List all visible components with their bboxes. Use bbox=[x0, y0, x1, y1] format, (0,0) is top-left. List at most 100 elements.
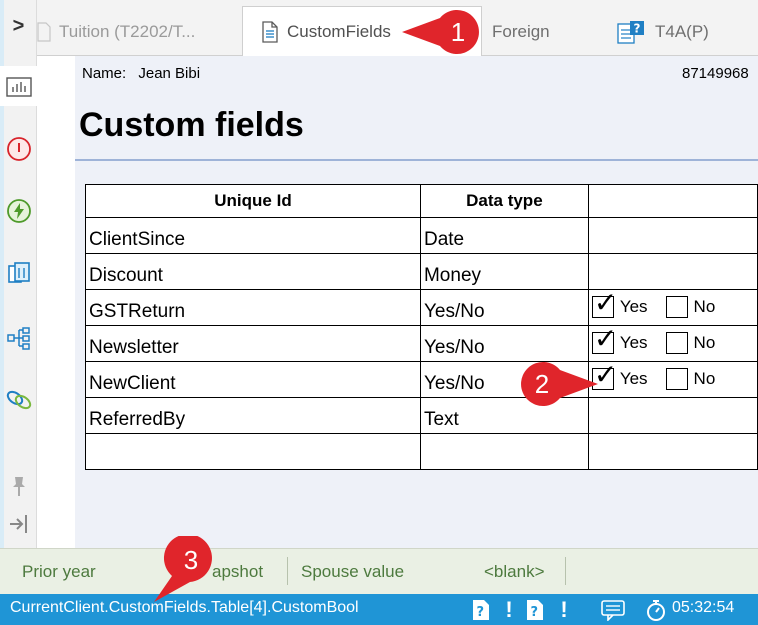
dock-button[interactable] bbox=[0, 506, 37, 542]
pin-button[interactable] bbox=[0, 468, 37, 504]
prior-year-button[interactable]: Prior year bbox=[22, 562, 96, 582]
messages-button[interactable] bbox=[600, 598, 626, 621]
no-checkbox[interactable] bbox=[665, 367, 688, 390]
tab-label: Tuition (T2202/T... bbox=[59, 22, 196, 41]
unique-id-cell[interactable]: Newsletter bbox=[85, 325, 421, 362]
yes-label: Yes bbox=[619, 368, 648, 388]
form-help-icon: ? bbox=[617, 21, 644, 44]
expand-panel-button[interactable]: > bbox=[0, 8, 37, 44]
tab-tuition[interactable]: Tuition (T2202/T... bbox=[37, 8, 195, 56]
page-title: Custom fields bbox=[79, 106, 304, 144]
unique-id-cell[interactable]: Discount bbox=[85, 253, 421, 290]
help-doc-button-2[interactable]: ? bbox=[526, 598, 544, 621]
client-sin: 87149968 bbox=[682, 65, 749, 82]
custom-fields-table: Unique Id Data type ClientSince Date Disco… bbox=[85, 184, 758, 470]
form-page: Name: Jean Bibi 87149968 Custom fields U… bbox=[75, 56, 758, 548]
value-cell[interactable]: Yes No bbox=[587, 361, 758, 398]
exclamation-icon: ! bbox=[560, 596, 568, 622]
snapshot-button[interactable]: apshot bbox=[212, 562, 263, 582]
data-type-cell[interactable]: Yes/No bbox=[419, 289, 589, 326]
yes-label: Yes bbox=[619, 296, 648, 316]
table-row: Discount Money bbox=[85, 253, 758, 290]
elapsed-time: 05:32:54 bbox=[672, 599, 735, 616]
help-document-icon: ? bbox=[527, 599, 543, 620]
tree-icon bbox=[6, 327, 30, 350]
svg-text:?: ? bbox=[634, 22, 641, 36]
yes-checkbox[interactable] bbox=[591, 325, 617, 354]
tab-foreign[interactable]: Foreign bbox=[492, 8, 550, 56]
svg-text:?: ? bbox=[477, 605, 485, 620]
tab-bar: Tuition (T2202/T... CustomFields Foreign… bbox=[37, 0, 758, 57]
tab-label: Foreign bbox=[492, 22, 550, 41]
unique-id-cell[interactable]: ClientSince bbox=[85, 217, 421, 254]
no-checkbox[interactable] bbox=[665, 331, 688, 354]
table-row: GSTReturnYes/No Yes No bbox=[85, 289, 758, 326]
yes-no-group: Yes No bbox=[591, 361, 754, 390]
yes-label: Yes bbox=[619, 332, 648, 352]
no-label: No bbox=[693, 368, 716, 388]
value-cell[interactable] bbox=[587, 397, 758, 434]
callout-1: 1 bbox=[402, 10, 479, 55]
alert-button-2[interactable]: ! bbox=[558, 596, 570, 622]
tab-t4a-p[interactable]: ? T4A(P) bbox=[617, 8, 709, 56]
callout-number: 2 bbox=[535, 369, 549, 399]
unique-id-cell[interactable]: ReferredBy bbox=[85, 397, 421, 434]
timer-button[interactable] bbox=[645, 598, 667, 621]
optimize-button[interactable] bbox=[0, 193, 37, 229]
dock-icon bbox=[9, 515, 27, 533]
help-doc-button[interactable]: ? bbox=[472, 598, 490, 621]
forms-button[interactable] bbox=[0, 256, 37, 292]
value-cell[interactable] bbox=[587, 253, 758, 290]
table-row: NewClientYes/NoYesNo bbox=[85, 361, 758, 398]
spouse-value-button[interactable]: Spouse value bbox=[301, 562, 404, 582]
data-type-cell[interactable] bbox=[419, 433, 589, 470]
value-cell[interactable] bbox=[587, 217, 758, 254]
lightning-icon bbox=[6, 199, 31, 223]
no-label: No bbox=[693, 332, 716, 352]
left-rail: > bbox=[0, 0, 37, 594]
copy-icon bbox=[7, 262, 30, 283]
stopwatch-icon bbox=[647, 599, 665, 621]
table-header-row: Unique Id Data type bbox=[85, 184, 758, 218]
yes-no-group: Yes No bbox=[591, 325, 754, 354]
structure-button[interactable] bbox=[0, 320, 37, 356]
separator bbox=[287, 557, 288, 585]
chevron-right-icon: > bbox=[12, 14, 25, 37]
table-row: ClientSince Date bbox=[85, 217, 758, 254]
blank-value-button[interactable]: <blank> bbox=[484, 562, 545, 582]
title-divider bbox=[75, 159, 758, 161]
chat-icon bbox=[601, 599, 625, 621]
value-cell[interactable] bbox=[587, 433, 758, 470]
separator bbox=[565, 557, 566, 585]
no-checkbox[interactable] bbox=[665, 295, 688, 318]
help-document-icon: ? bbox=[473, 599, 489, 620]
unique-id-cell[interactable]: GSTReturn bbox=[85, 289, 421, 326]
client-name-line: Name: Jean Bibi bbox=[82, 65, 200, 82]
value-cell[interactable]: Yes No bbox=[587, 289, 758, 326]
review-button[interactable] bbox=[0, 131, 37, 167]
client-name: Jean Bibi bbox=[138, 65, 201, 82]
chart-button[interactable] bbox=[0, 66, 37, 106]
data-type-cell[interactable]: Date bbox=[419, 217, 589, 254]
tab-label: T4A(P) bbox=[655, 22, 709, 41]
chart-icon bbox=[5, 77, 32, 97]
value-cell[interactable]: Yes No bbox=[587, 325, 758, 362]
unique-id-cell[interactable] bbox=[85, 433, 421, 470]
tab-label: CustomFields bbox=[287, 22, 391, 41]
data-type-cell[interactable]: Money bbox=[419, 253, 589, 290]
alert-button[interactable]: ! bbox=[503, 596, 515, 622]
callout-number: 3 bbox=[184, 545, 198, 575]
data-type-cell[interactable]: Yes/No bbox=[419, 325, 589, 362]
links-button[interactable] bbox=[0, 382, 37, 418]
svg-text:?: ? bbox=[531, 605, 539, 620]
unique-id-cell[interactable]: NewClient bbox=[85, 361, 421, 398]
status-bar: CurrentClient.CustomFields.Table[4].Cust… bbox=[0, 594, 758, 625]
exclamation-icon: ! bbox=[505, 596, 513, 622]
column-header-data-type: Data type bbox=[419, 184, 589, 218]
column-header-value bbox=[587, 184, 758, 218]
no-label: No bbox=[693, 296, 716, 316]
callout-3: 3 bbox=[154, 536, 212, 602]
pin-icon bbox=[12, 477, 25, 496]
yes-checkbox[interactable] bbox=[591, 289, 617, 318]
value-bar: Prior year apshot Spouse value <blank> bbox=[0, 548, 758, 594]
